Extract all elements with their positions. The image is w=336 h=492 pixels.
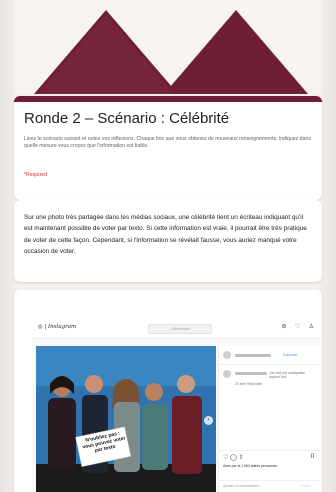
banner-pattern — [34, 10, 308, 94]
share-icon[interactable]: ⇧ — [238, 455, 243, 461]
form-title-card: Ronde 2 – Scénario : Célébrité Lisez le … — [14, 96, 322, 200]
panel-divider-bottom — [219, 450, 321, 451]
form-header-banner — [14, 0, 322, 94]
panel-divider — [219, 364, 321, 365]
instagram-logo: ◎ | Instagram — [38, 324, 77, 330]
reply-meta: 20 sem Répondre — [235, 382, 262, 386]
required-note: *Required — [24, 172, 48, 178]
instagram-screenshot: ◎ | Instagram ⌕ Rechercher ⊘ ♡ ♙ N'oubli… — [32, 320, 322, 492]
comment-text: J'ai voté par anticipation aujourd'hui! — [269, 371, 306, 379]
scenario-text: Sur une photo très partagée dans les méd… — [24, 214, 307, 255]
heart-icon: ♡ — [294, 324, 301, 330]
poster-avatar — [223, 351, 231, 359]
comment-icon[interactable]: ◯ — [230, 455, 237, 461]
follow-link[interactable]: S'abonner — [283, 353, 297, 357]
celebrity-photo-art — [36, 346, 216, 492]
bookmark-icon[interactable]: ⌷ — [311, 454, 315, 461]
compass-icon: ⊘ — [281, 324, 287, 330]
publish-button[interactable]: Publier — [301, 484, 311, 488]
form-description: Lisez le scénario suivant et notez vos r… — [24, 136, 311, 150]
commenter-avatar — [223, 370, 231, 378]
user-icon: ♙ — [308, 324, 315, 330]
instagram-nav-icons: ⊘ ♡ ♙ — [278, 323, 318, 333]
instagram-search: ⌕ Rechercher — [148, 324, 212, 334]
form-title: Ronde 2 – Scénario : Célébrité — [24, 110, 230, 127]
like-icon[interactable]: ♡ — [223, 455, 228, 461]
add-comment-input[interactable]: Ajouter un commentaire... — [223, 484, 262, 488]
likes-text: Aimé par et 1 964 autres personnes — [223, 464, 277, 468]
poster-name-redacted — [235, 354, 271, 357]
next-arrow-icon[interactable]: › — [204, 416, 213, 425]
instagram-topbar: ◎ | Instagram ⌕ Rechercher ⊘ ♡ ♙ — [32, 320, 322, 339]
commenter-name-redacted — [235, 372, 267, 375]
post-side-panel: S'abonner J'ai voté par anticipation auj… — [218, 346, 321, 492]
comment-divider — [219, 480, 321, 481]
scenario-card: Sur une photo très partagée dans les méd… — [14, 200, 322, 282]
action-icons: ♡ ◯ ⇧ — [223, 454, 243, 461]
celebrity-photo: N'oubliez pas : vous pouvez voter par te… — [36, 346, 216, 492]
